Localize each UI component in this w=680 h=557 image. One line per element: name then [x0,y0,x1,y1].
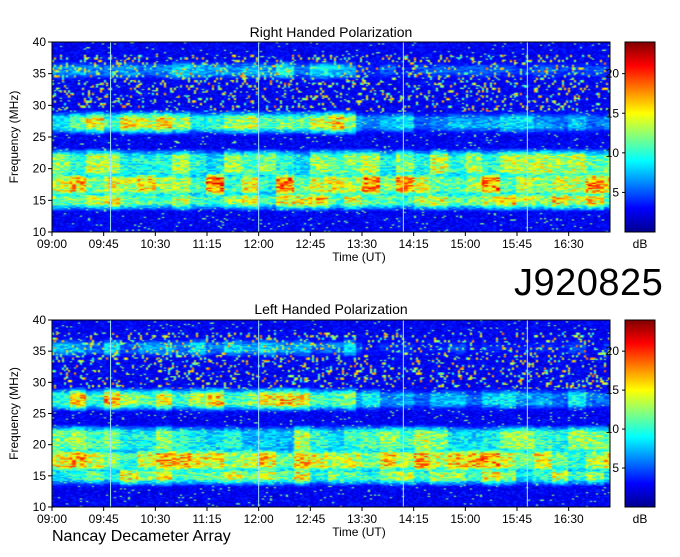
colorbar-tick-label: 10 [606,422,620,436]
colorbar-tick-label: 20 [606,344,620,358]
x-tick-label: 12:00 [244,237,274,251]
y-tick-label: 35 [33,67,47,81]
y-axis-label: Frequency (MHz) [7,91,21,184]
x-tick-label: 11:15 [192,237,221,251]
x-tick-label: 15:45 [502,237,532,251]
y-tick-label: 15 [33,469,47,483]
instrument-name: Nancay Decameter Array [52,528,231,545]
y-tick-label: 40 [33,35,47,49]
spectrogram-heatmap-1 [52,42,610,232]
x-tick-label: 12:45 [295,237,325,251]
x-tick-label: 11:15 [192,512,221,526]
x-tick-label: 16:30 [554,512,584,526]
colorbar-unit-label: dB [633,237,648,251]
plot-title: Left Handed Polarization [254,301,407,317]
x-tick-label: 12:00 [244,512,274,526]
colorbar-tick-label: 10 [606,146,620,160]
x-tick-label: 10:30 [140,237,170,251]
x-tick-label: 14:15 [399,237,429,251]
y-tick-label: 20 [33,162,47,176]
y-tick-label: 25 [33,130,47,144]
y-tick-label: 20 [33,438,47,452]
colorbar [624,41,656,233]
colorbar [624,319,656,508]
y-tick-label: 10 [33,225,47,239]
y-tick-label: 15 [33,193,47,207]
colorbar-unit-label: dB [633,512,648,526]
x-tick-label: 15:45 [502,512,532,526]
x-tick-label: 09:00 [37,237,67,251]
x-tick-label: 15:00 [450,512,480,526]
y-tick-label: 25 [33,407,47,421]
dynamic-spectrum-figure: Right Handed Polarization 09:00 09:45 10:30… [0,0,680,552]
x-tick-label: 16:30 [554,237,584,251]
y-tick-label: 35 [33,344,47,358]
colorbar-tick-label: 5 [612,185,619,199]
y-tick-label: 40 [33,313,47,327]
colorbar-tick-label: 5 [612,461,619,475]
x-tick-label: 12:45 [295,512,325,526]
y-tick-label: 30 [33,375,47,389]
x-tick-label: 13:30 [347,512,377,526]
colorbar-tick-label: 15 [606,106,620,120]
y-axis-label: Frequency (MHz) [7,367,21,460]
plot-title: Right Handed Polarization [250,24,413,40]
y-tick-label: 10 [33,500,47,514]
x-tick-label: 09:45 [89,237,119,251]
observation-id: J920825 [514,262,664,304]
colorbar-tick-label: 15 [606,383,620,397]
x-tick-label: 14:15 [399,512,429,526]
colorbar-tick-label: 20 [606,67,620,81]
x-tick-label: 15:00 [450,237,480,251]
x-tick-label: 10:30 [140,512,170,526]
spectrogram-heatmap-2 [52,320,610,507]
x-tick-label: 09:45 [89,512,119,526]
x-tick-label: 09:00 [37,512,67,526]
y-tick-label: 30 [33,98,47,112]
x-axis-label: Time (UT) [332,525,386,539]
x-tick-label: 13:30 [347,237,377,251]
x-axis-label: Time (UT) [332,250,386,264]
